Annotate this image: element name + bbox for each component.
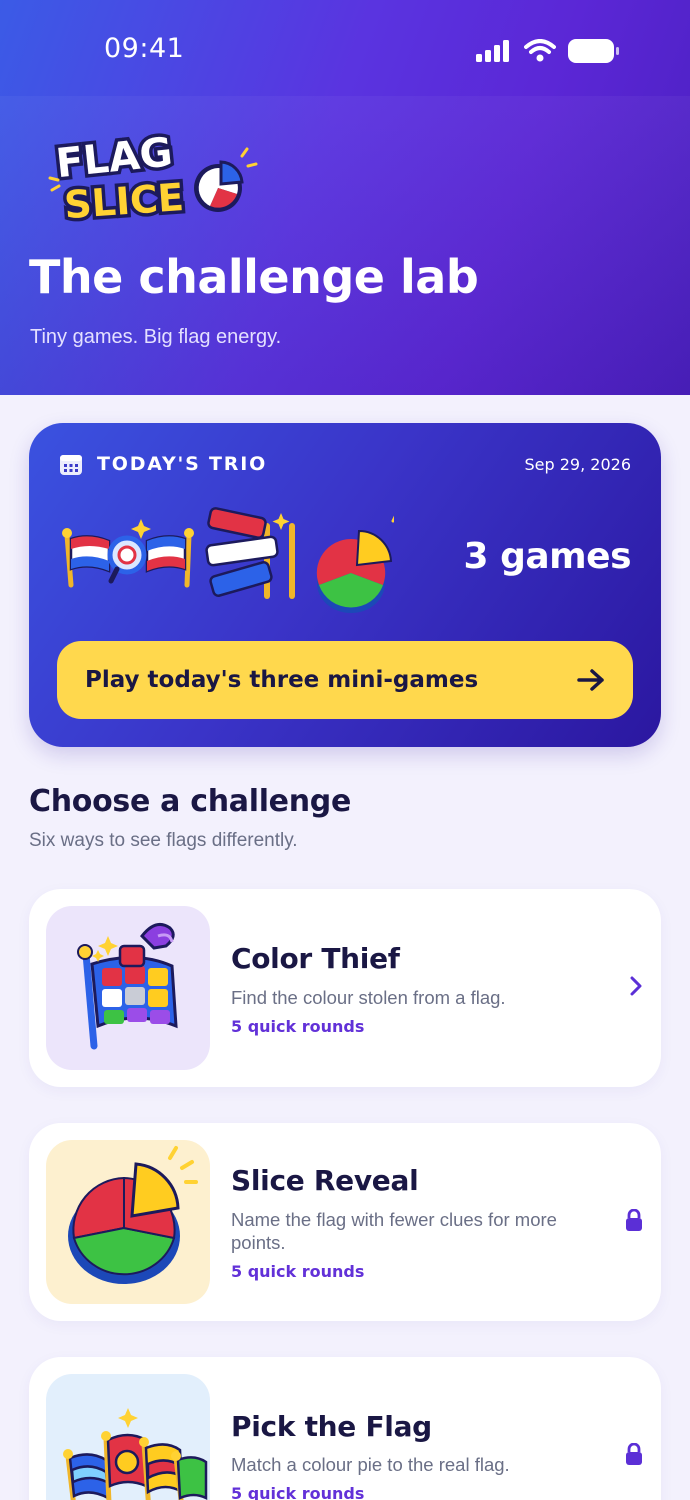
logo-pie-icon bbox=[194, 160, 244, 212]
pick-the-flag-icon bbox=[63, 1408, 208, 1500]
logo-text-slice: SLICE bbox=[63, 175, 185, 227]
pie-icon bbox=[316, 515, 394, 613]
battery-icon bbox=[568, 39, 619, 63]
challenge-card-pick-the-flag[interactable]: Pick the Flag Match a colour pie to the … bbox=[29, 1357, 661, 1500]
challenge-card-slice-reveal[interactable]: Slice Reveal Name the flag with fewer cl… bbox=[29, 1123, 661, 1321]
status-icons bbox=[476, 38, 620, 64]
card-description: Name the flag with fewer clues for more … bbox=[231, 1209, 557, 1253]
color-thief-icon bbox=[77, 922, 178, 1050]
play-trio-button-label: Play today's three mini-games bbox=[85, 667, 479, 693]
lock-icon bbox=[626, 1209, 642, 1231]
pick-the-flag-thumbnail bbox=[46, 1374, 210, 1500]
trio-label: TODAY'S TRIO bbox=[97, 453, 268, 475]
card-rounds: 5 quick rounds bbox=[231, 1017, 365, 1036]
flag-slice-logo: FLAG SLICE bbox=[48, 126, 258, 228]
slice-reveal-thumbnail bbox=[46, 1140, 210, 1304]
todays-trio-card: TODAY'S TRIO Sep 29, 2026 3 games Play t… bbox=[29, 423, 661, 747]
color-thief-thumbnail bbox=[46, 906, 210, 1070]
wifi-icon bbox=[524, 39, 556, 62]
calendar-icon bbox=[60, 455, 82, 475]
trio-game-count: 3 games bbox=[463, 536, 632, 577]
card-rounds: 5 quick rounds bbox=[231, 1262, 365, 1281]
signal-icon bbox=[476, 40, 509, 62]
card-rounds: 5 quick rounds bbox=[231, 1484, 365, 1500]
status-time: 09:41 bbox=[104, 33, 185, 64]
card-title: Pick the Flag bbox=[231, 1410, 432, 1443]
section-title: Choose a challenge bbox=[29, 784, 352, 819]
page-title: The challenge lab bbox=[29, 250, 479, 304]
card-title: Slice Reveal bbox=[231, 1164, 419, 1197]
section-subtitle: Six ways to see flags differently. bbox=[29, 830, 298, 851]
card-title: Color Thief bbox=[231, 942, 400, 975]
play-trio-button[interactable]: Play today's three mini-games bbox=[57, 641, 633, 719]
arrow-right-icon bbox=[577, 669, 604, 691]
lock-icon bbox=[626, 1443, 642, 1465]
slice-reveal-icon bbox=[68, 1146, 198, 1284]
card-description: Find the colour stolen from a flag. bbox=[231, 987, 506, 1008]
chevron-right-icon bbox=[630, 976, 642, 996]
trio-date: Sep 29, 2026 bbox=[524, 455, 632, 474]
trio-games-illustration bbox=[62, 507, 394, 613]
header-hero: 09:41 FLAG SLICE The challenge lab Tiny … bbox=[0, 0, 690, 395]
challenge-card-color-thief[interactable]: Color Thief Find the colour stolen from … bbox=[29, 889, 661, 1087]
card-description: Match a colour pie to the real flag. bbox=[231, 1454, 510, 1475]
sorting-bars-icon bbox=[205, 507, 295, 599]
page-subtitle: Tiny games. Big flag energy. bbox=[30, 326, 282, 348]
magnifier-flags-icon bbox=[62, 519, 194, 588]
